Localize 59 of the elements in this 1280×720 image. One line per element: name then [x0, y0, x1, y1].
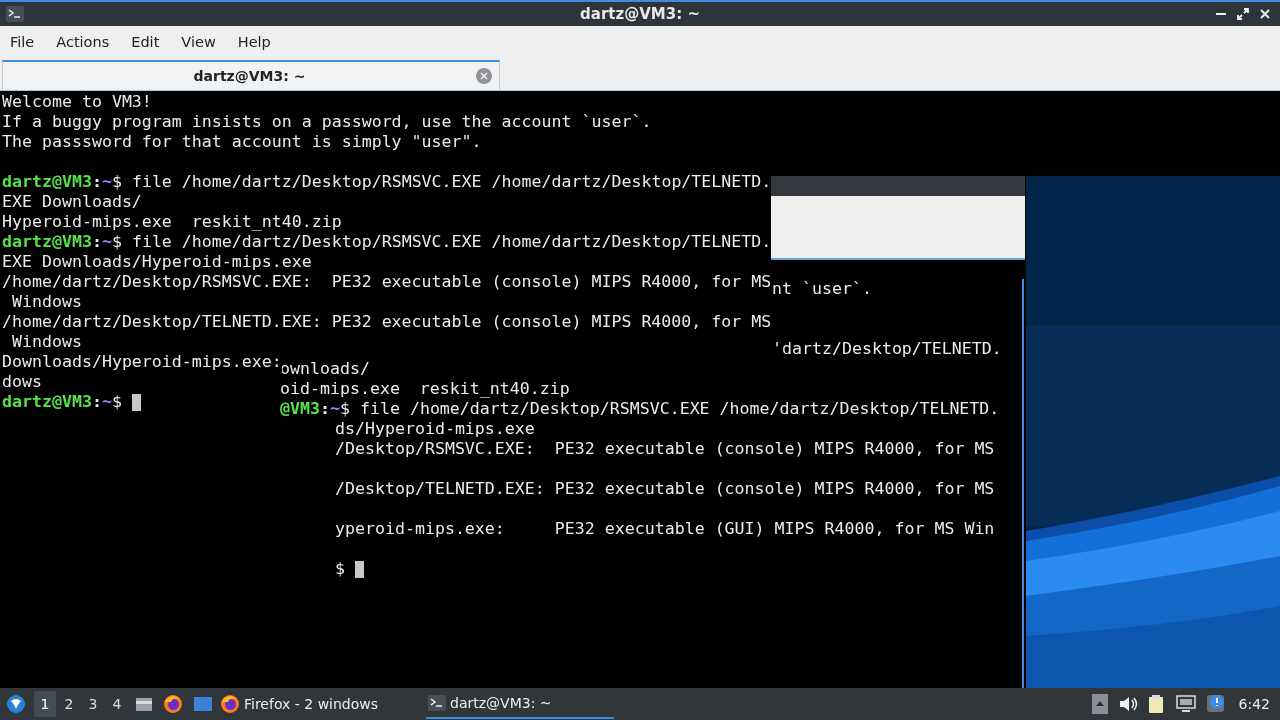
output-text: /home/dartz/Desktop/RSMSVC.EXE: PE32 executable (console) MIPS R4000, for MS — [2, 272, 772, 292]
output-text: 'dartz/Desktop/TELNETD. — [772, 339, 1002, 359]
monitor-icon[interactable] — [1175, 695, 1196, 713]
output-text: ds/Hyperoid-mips.exe — [335, 419, 535, 439]
output-text: $ — [335, 559, 346, 579]
prompt-user: dartz@VM3 — [2, 172, 92, 192]
prompt-user: dartz@VM3 — [2, 392, 92, 412]
speaker-icon[interactable] — [1117, 695, 1138, 713]
workspace-button[interactable]: 2 — [58, 691, 80, 717]
task-button[interactable]: dartz@VM3: ~ — [426, 689, 615, 719]
close-icon[interactable] — [1258, 7, 1272, 21]
prompt-user: dartz@VM3 — [2, 232, 92, 252]
prompt-separator: : — [91, 392, 102, 412]
firefox-icon[interactable] — [163, 694, 183, 714]
terminal-icon[interactable] — [428, 695, 447, 711]
prompt-path: ~ — [101, 232, 112, 252]
terminal-icon[interactable] — [6, 6, 24, 22]
notification-icon[interactable] — [1205, 694, 1226, 714]
tab-label: dartz@VM3: ~ — [192, 68, 307, 84]
prompt-user: @VM3 — [280, 399, 320, 419]
task-button[interactable]: Firefox - 2 windows — [218, 689, 387, 719]
output-text: oid-mips.exe reskit_nt40.zip — [280, 379, 570, 399]
output-text: /Desktop/TELNETD.EXE: PE32 executable (console) MIPS R4000, for MS — [335, 479, 995, 499]
output-text: Hyperoid-mips.exe reskit_nt40.zip — [2, 212, 342, 232]
prompt-separator: : — [91, 232, 102, 252]
arrow-up-icon[interactable] — [1091, 694, 1108, 714]
menu-item[interactable]: Actions — [48, 30, 118, 54]
prompt-path: ~ — [329, 399, 340, 419]
output-text: EXE Downloads/Hyperoid-mips.exe — [2, 252, 312, 272]
command-text: $ — [111, 392, 123, 412]
output-text: ownloads/ — [280, 359, 370, 379]
output-text: yperoid-mips.exe: PE32 executable (GUI) MIPS R4000, for MS Win — [335, 519, 995, 539]
workspace-button[interactable]: 3 — [82, 691, 104, 717]
clipboard-icon[interactable] — [1147, 694, 1166, 714]
output-text: nt `user`. — [772, 279, 872, 299]
output-text: /home/dartz/Desktop/TELNETD.EXE: PE32 executable (console) MIPS R4000, for MS — [2, 312, 772, 332]
menu-item[interactable]: Edit — [123, 30, 168, 54]
firefox-icon[interactable] — [220, 694, 240, 714]
menu-item[interactable]: View — [173, 30, 224, 54]
menu-item[interactable]: File — [2, 30, 43, 54]
workspace-button[interactable]: 1 — [34, 691, 56, 717]
workspace-button[interactable]: 4 — [106, 691, 128, 717]
desktop-icon[interactable] — [193, 695, 213, 713]
window-title: dartz@VM3: ~ — [580, 5, 700, 23]
prompt-separator: : — [91, 172, 102, 192]
command-text: $ file /home/dartz/Desktop/RSMSVC.EXE /home/dartz/Desktop/TELNETD. — [111, 232, 772, 252]
command-text: $ file /home/dartz/Desktop/RSMSVC.EXE /home/dartz/Desktop/TELNETD. — [111, 172, 772, 192]
menu-item[interactable]: Help — [229, 30, 279, 54]
clock: 6:42 — [1238, 696, 1270, 712]
output-text: Downloads/Hyperoid-mips.exe: — [2, 352, 282, 372]
start-menu-icon[interactable] — [6, 694, 26, 714]
prompt-path: ~ — [101, 392, 112, 412]
command-text: $ file /home/dartz/Desktop/RSMSVC.EXE /home/dartz/Desktop/TELNETD. — [339, 399, 1000, 419]
prompt-separator: : — [319, 399, 330, 419]
output-text: /Desktop/RSMSVC.EXE: PE32 executable (console) MIPS R4000, for MS — [335, 439, 995, 459]
folder-icon[interactable] — [135, 695, 153, 713]
prompt-path: ~ — [101, 172, 112, 192]
maximize-icon[interactable] — [1236, 7, 1250, 21]
tab[interactable]: dartz@VM3: ~ — [2, 60, 500, 90]
